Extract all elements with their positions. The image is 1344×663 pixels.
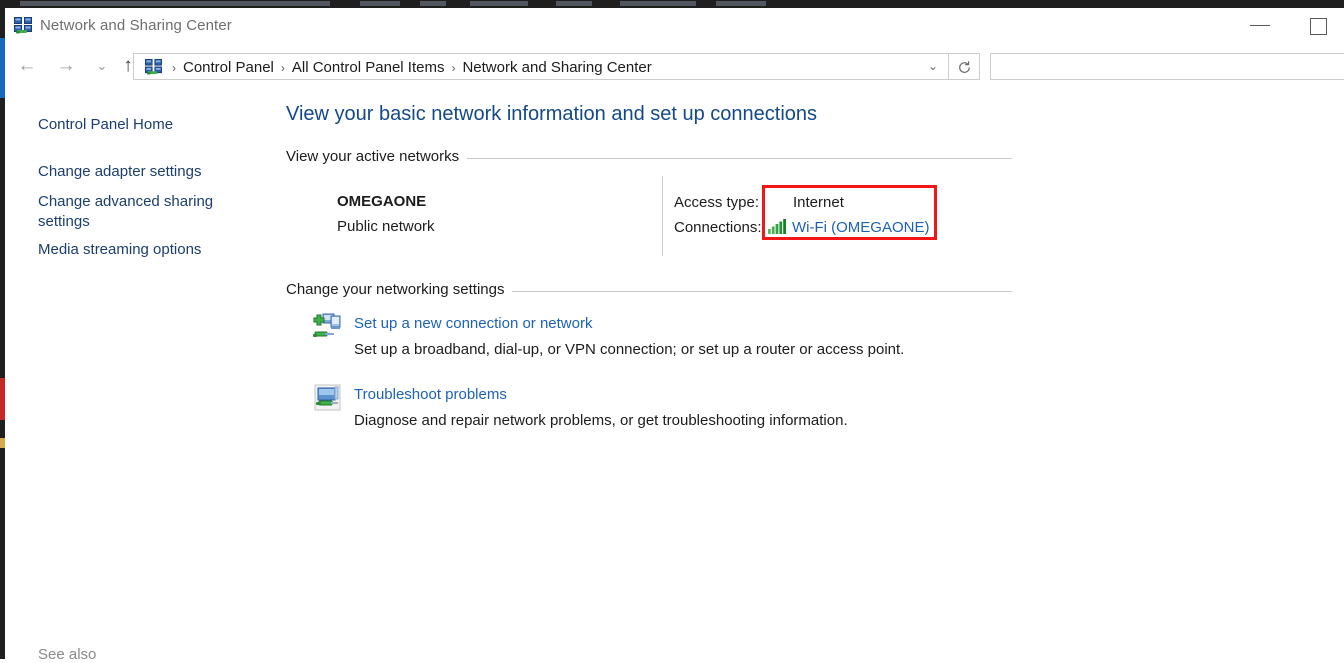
networking-settings-section-label: Change your networking settings xyxy=(286,281,513,298)
network-sharing-center-window: Network and Sharing Center ← → ⌄ ↑ › Con… xyxy=(5,8,1344,663)
network-sharing-center-icon xyxy=(14,17,32,34)
sidebar-item-change-adapter-settings[interactable]: Change adapter settings xyxy=(38,163,201,180)
back-button[interactable]: ← xyxy=(14,54,40,78)
background-window-top-strip xyxy=(0,0,1344,8)
navigation-bar: ← → ⌄ ↑ › Control Panel › All Control Pa… xyxy=(5,42,1344,88)
access-type-value: Internet xyxy=(793,194,844,211)
refresh-icon xyxy=(959,61,970,73)
new-connection-icon xyxy=(312,311,343,342)
address-bar[interactable]: › Control Panel › All Control Panel Item… xyxy=(133,53,919,80)
search-box[interactable] xyxy=(990,53,1344,80)
refresh-button[interactable] xyxy=(949,53,980,80)
breadcrumb-separator-2: › xyxy=(451,60,456,75)
recent-locations-button[interactable]: ⌄ xyxy=(89,54,115,78)
page-title: View your basic network information and … xyxy=(286,103,818,125)
minimize-button[interactable] xyxy=(1237,8,1283,42)
breadcrumb-separator-1: › xyxy=(280,60,285,75)
network-name: OMEGAONE xyxy=(337,193,427,210)
setup-new-connection-link[interactable]: Set up a new connection or network xyxy=(354,315,592,332)
address-bar-dropdown-button[interactable]: ⌄ xyxy=(918,53,949,80)
breadcrumb-item-network-and-sharing-center[interactable]: Network and Sharing Center xyxy=(459,59,654,76)
breadcrumb-separator-0: › xyxy=(172,60,176,75)
connections-label: Connections: xyxy=(674,219,762,236)
network-details-divider xyxy=(662,176,663,256)
breadcrumb-item-control-panel[interactable]: Control Panel xyxy=(180,59,277,76)
minimize-icon xyxy=(1250,25,1270,26)
wifi-connection-link[interactable]: Wi-Fi (OMEGAONE) xyxy=(792,219,929,236)
sidebar-item-change-advanced-sharing-settings[interactable]: Change advanced sharing settings xyxy=(38,192,228,232)
forward-button[interactable]: → xyxy=(53,54,79,78)
breadcrumb-item-all-control-panel-items[interactable]: All Control Panel Items xyxy=(289,59,448,76)
sidebar-item-media-streaming-options[interactable]: Media streaming options xyxy=(38,241,201,258)
breadcrumb: › Control Panel › All Control Panel Item… xyxy=(168,57,655,78)
address-bar-network-sharing-center-icon xyxy=(145,59,162,75)
troubleshoot-problems-link[interactable]: Troubleshoot problems xyxy=(354,386,507,403)
content-pane: View your basic network information and … xyxy=(275,88,1344,659)
search-input[interactable] xyxy=(999,57,1333,78)
setup-new-connection-description: Set up a broadband, dial-up, or VPN conn… xyxy=(354,341,905,358)
sidebar-item-control-panel-home[interactable]: Control Panel Home xyxy=(38,116,173,133)
window-title: Network and Sharing Center xyxy=(40,17,232,34)
troubleshoot-icon xyxy=(312,382,343,413)
access-type-label: Access type: xyxy=(674,194,760,211)
maximize-icon xyxy=(1310,18,1327,35)
see-also-label: See also xyxy=(38,646,97,663)
active-networks-section-label: View your active networks xyxy=(286,148,468,165)
wifi-signal-icon xyxy=(768,218,787,234)
title-bar: Network and Sharing Center xyxy=(5,8,1344,42)
troubleshoot-problems-description: Diagnose and repair network problems, or… xyxy=(354,412,848,429)
network-type: Public network xyxy=(337,218,435,235)
maximize-button[interactable] xyxy=(1295,8,1341,42)
left-navigation-pane: Control Panel Home Change adapter settin… xyxy=(5,88,275,663)
